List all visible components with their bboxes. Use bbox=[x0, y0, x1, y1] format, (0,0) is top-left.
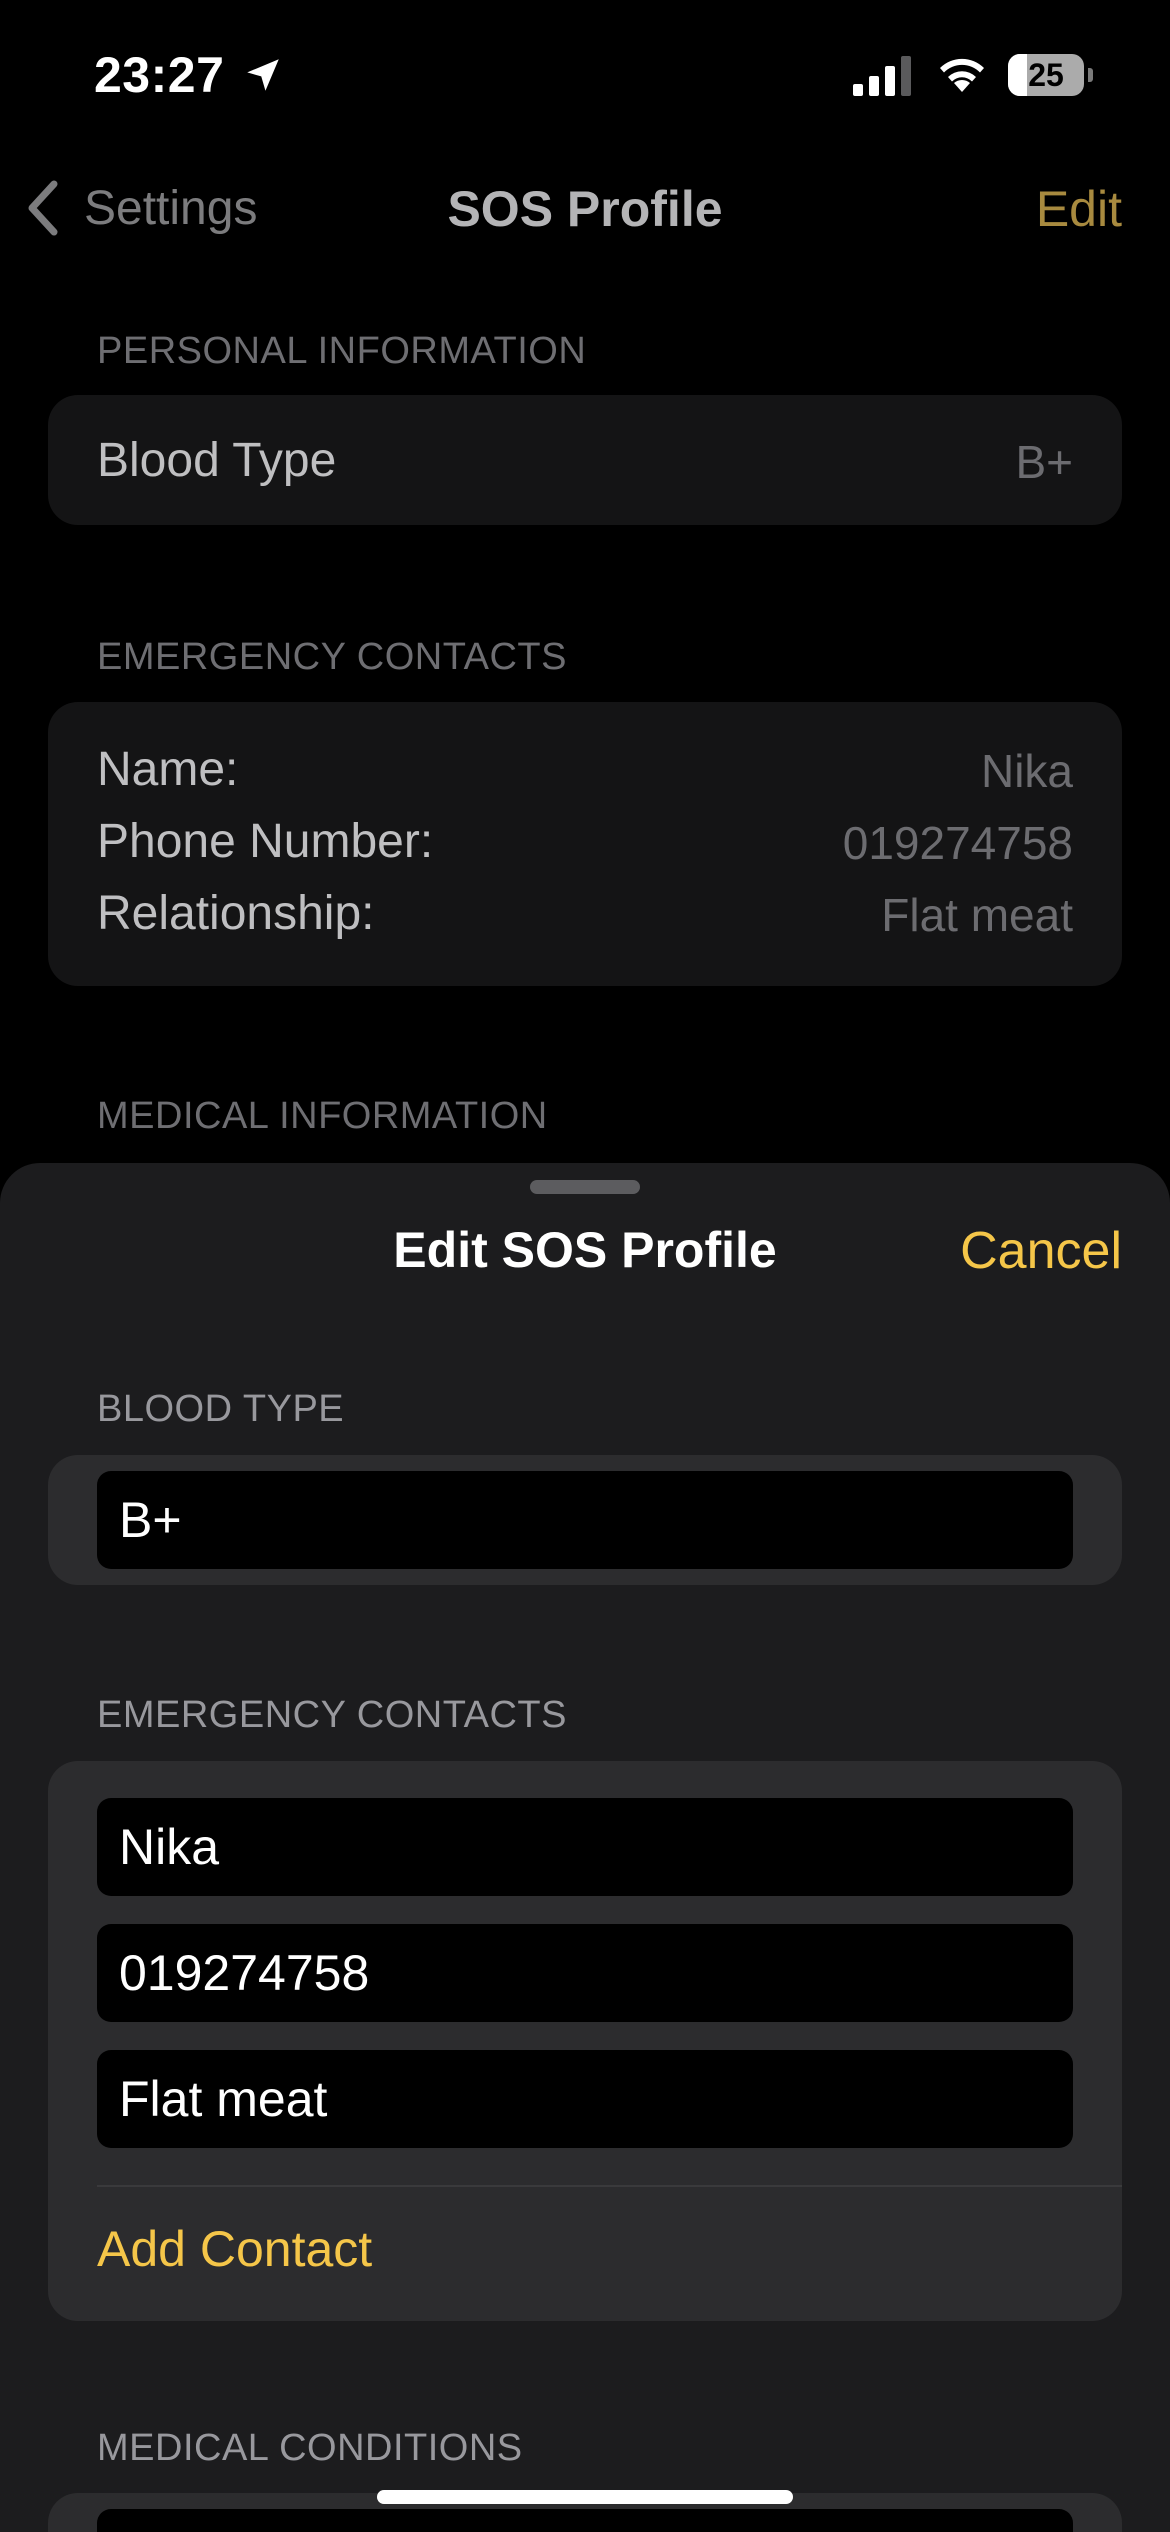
contact-name-value: Nika bbox=[980, 745, 1073, 797]
emergency-contact-card: Name: Nika Phone Number: 019274758 Relat… bbox=[48, 702, 1122, 986]
section-header-medical-conditions: MEDICAL CONDITIONS bbox=[97, 2427, 523, 2469]
emergency-contacts-edit-card: Add Contact bbox=[48, 1761, 1122, 2321]
home-indicator[interactable] bbox=[377, 2490, 793, 2504]
page-title: SOS Profile bbox=[447, 181, 723, 237]
contact-relationship-value: Flat meat bbox=[881, 889, 1073, 941]
add-contact-button[interactable]: Add Contact bbox=[97, 2220, 372, 2278]
cellular-signal-icon bbox=[853, 56, 911, 96]
blood-type-field[interactable] bbox=[97, 1471, 1073, 1569]
contact-name-field[interactable] bbox=[97, 1798, 1073, 1896]
section-header-emergency-contacts: EMERGENCY CONTACTS bbox=[97, 636, 567, 678]
contact-relationship-label: Relationship: bbox=[97, 887, 375, 940]
status-bar: 23:27 25 bbox=[0, 0, 1170, 150]
wifi-icon bbox=[940, 58, 984, 92]
cancel-button[interactable]: Cancel bbox=[960, 1221, 1122, 1281]
section-header-emergency-contacts-edit: EMERGENCY CONTACTS bbox=[97, 1694, 567, 1736]
blood-type-value: B+ bbox=[1015, 436, 1073, 488]
location-arrow-icon bbox=[247, 59, 279, 91]
contact-phone-value: 019274758 bbox=[842, 817, 1073, 869]
sheet-grabber[interactable] bbox=[530, 1180, 640, 1194]
contact-phone-label: Phone Number: bbox=[97, 815, 434, 868]
battery-tip bbox=[1088, 68, 1093, 82]
section-header-medical-information: MEDICAL INFORMATION bbox=[97, 1095, 548, 1137]
navigation-bar: Settings SOS Profile Edit bbox=[0, 160, 1170, 256]
battery-icon: 25 bbox=[1008, 54, 1084, 96]
blood-type-edit-card bbox=[48, 1455, 1122, 1585]
blood-type-label: Blood Type bbox=[97, 434, 337, 487]
battery-level: 25 bbox=[1028, 57, 1064, 93]
section-header-personal-information: PERSONAL INFORMATION bbox=[97, 330, 587, 372]
background-page: 23:27 25 Settings SOS Profile Edit PERSO… bbox=[0, 0, 1170, 1180]
blood-type-card: Blood Type B+ bbox=[48, 395, 1122, 525]
screen: 23:27 25 Settings SOS Profile Edit PERSO… bbox=[0, 0, 1170, 2532]
contact-name-label: Name: bbox=[97, 743, 239, 796]
section-header-blood-type: BLOOD TYPE bbox=[97, 1388, 345, 1430]
contact-phone-field[interactable] bbox=[97, 1924, 1073, 2022]
edit-sheet: Edit SOS Profile Cancel BLOOD TYPE EMERG… bbox=[0, 1163, 1170, 2532]
status-time: 23:27 bbox=[94, 47, 225, 103]
edit-button[interactable]: Edit bbox=[1036, 180, 1122, 238]
medical-conditions-field[interactable] bbox=[97, 2509, 1073, 2532]
battery-indicator: 25 bbox=[1008, 54, 1093, 96]
contact-relationship-field[interactable] bbox=[97, 2050, 1073, 2148]
card-divider bbox=[97, 2185, 1122, 2187]
